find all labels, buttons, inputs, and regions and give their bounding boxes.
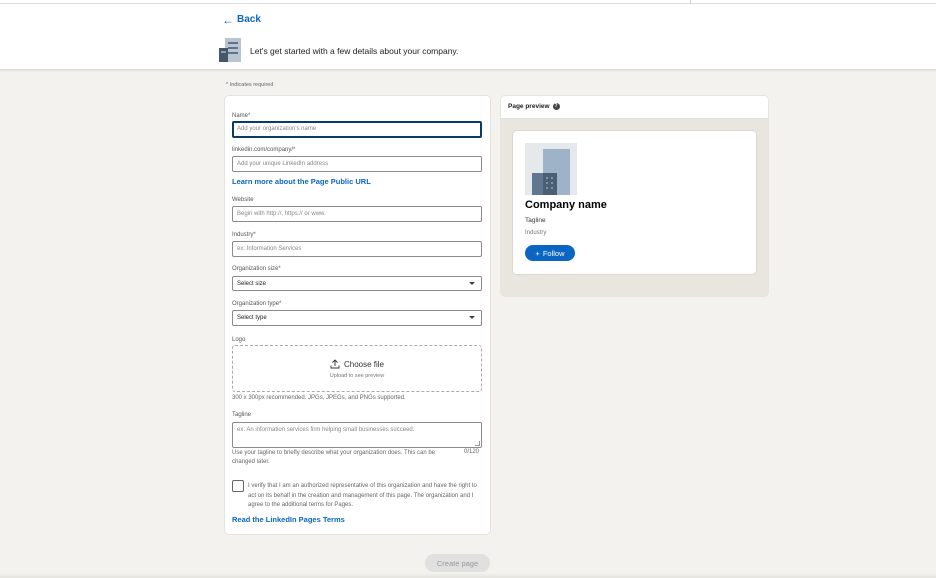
choose-file-label: Choose file: [344, 360, 384, 369]
back-arrow-icon: ←: [222, 15, 234, 25]
url-input[interactable]: Add your unique LinkedIn address: [232, 156, 482, 172]
org-size-value: Select size: [237, 281, 266, 287]
building-icon: [219, 38, 241, 62]
resize-handle-icon[interactable]: [475, 441, 480, 446]
website-input[interactable]: Begin with http://, https:// or www.: [232, 206, 482, 222]
back-label: Back: [237, 14, 261, 25]
tagline-label: Tagline: [232, 412, 251, 418]
upload-icon: [330, 359, 340, 369]
preview-title-text: Page preview: [508, 103, 550, 110]
choose-file-button[interactable]: Choose file: [233, 359, 481, 369]
plus-icon: +: [535, 249, 539, 258]
preview-header: Page preview ?: [501, 96, 768, 119]
page-preview-card: Page preview ? Company name Tagline Indu…: [501, 96, 768, 296]
logo-help-text: 300 x 300px recommended. JPGs, JPEGs, an…: [232, 394, 406, 403]
chevron-down-icon: [469, 316, 475, 319]
preview-title: Page preview ?: [508, 103, 560, 110]
name-input[interactable]: Add your organization's name: [232, 121, 482, 138]
intro-text: Let's get started with a few details abo…: [250, 46, 458, 56]
page-header: ← Back Let's get started with a few deta…: [0, 4, 936, 70]
bottom-edge: [0, 573, 936, 578]
tagline-help-text: Use your tagline to briefly describe wha…: [232, 449, 458, 467]
industry-input[interactable]: ex: Information Services: [232, 241, 482, 257]
tagline-placeholder: ex: An information services firm helping…: [237, 427, 414, 433]
tagline-counter: 0/120: [464, 449, 479, 455]
learn-more-url-link[interactable]: Learn more about the Page Public URL: [232, 177, 371, 186]
logo-label: Logo: [232, 337, 245, 343]
upload-hint: Upload to see preview: [233, 373, 481, 379]
tagline-textarea[interactable]: ex: An information services firm helping…: [232, 422, 482, 448]
preview-company-name: Company name: [525, 199, 607, 211]
company-logo-placeholder: [525, 143, 577, 195]
building-logo-icon: [525, 143, 577, 195]
industry-label: Industry*: [232, 232, 256, 238]
pages-terms-link[interactable]: Read the LinkedIn Pages Terms: [232, 515, 345, 524]
org-size-select[interactable]: Select size: [232, 276, 482, 291]
verify-text: I verify that I am an authorized represe…: [248, 482, 482, 511]
preview-industry: Industry: [525, 230, 546, 236]
required-note: * Indicates required: [226, 82, 273, 88]
preview-company-card: Company name Tagline Industry + Follow: [513, 131, 756, 274]
help-icon[interactable]: ?: [553, 103, 560, 110]
org-type-value: Select type: [237, 315, 267, 321]
website-label: Website: [232, 197, 254, 203]
url-label: linkedin.com/company/*: [232, 147, 295, 153]
preview-tagline: Tagline: [525, 217, 546, 224]
create-page-button[interactable]: Create page: [425, 554, 490, 572]
org-type-select[interactable]: Select type: [232, 310, 482, 326]
back-button[interactable]: ← Back: [222, 14, 261, 25]
logo-upload-area[interactable]: Choose file Upload to see preview: [232, 345, 482, 392]
verify-checkbox[interactable]: [232, 480, 244, 492]
follow-label: Follow: [543, 249, 565, 258]
follow-button: + Follow: [525, 245, 575, 261]
org-type-label: Organization type*: [232, 301, 281, 307]
name-label: Name*: [232, 113, 250, 119]
org-size-label: Organization size*: [232, 266, 281, 272]
chevron-down-icon: [469, 282, 475, 285]
